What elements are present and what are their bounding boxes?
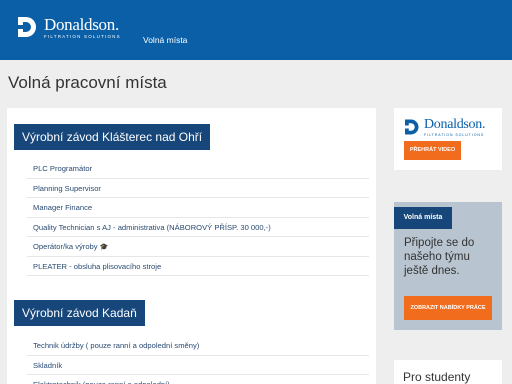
play-video-button[interactable]: PŘEHRÁT VIDEO: [404, 141, 461, 160]
job-link[interactable]: Elektrotechnik (pouze ranní a odpolední): [27, 375, 369, 384]
open-positions-card: Volná místa Připojte se do našeho týmu j…: [394, 202, 502, 330]
logo-tagline: FILTRATION SOLUTIONS: [424, 132, 485, 137]
logo-wordmark: Donaldson. FILTRATION SOLUTIONS: [424, 116, 486, 137]
job-link[interactable]: Technik údržby ( pouze ranní a odpolední…: [27, 336, 369, 356]
students-card[interactable]: Pro studenty: [394, 360, 502, 384]
logo-name: Donaldson.: [44, 14, 119, 34]
open-positions-tag: Volná místa: [394, 207, 452, 229]
job-link[interactable]: Operátor/ka výroby 🎓: [27, 237, 369, 257]
logo-tagline: FILTRATION SOLUTIONS: [44, 33, 121, 39]
logo-wordmark: Donaldson. FILTRATION SOLUTIONS: [44, 16, 121, 39]
join-team-text: Připojte se do našeho týmu ještě dnes.: [404, 237, 475, 277]
donaldson-logo[interactable]: Donaldson. FILTRATION SOLUTIONS: [14, 14, 121, 40]
job-link[interactable]: Manager Finance: [27, 198, 369, 218]
job-link[interactable]: PLC Programátor: [27, 159, 369, 179]
job-link[interactable]: Skladník: [27, 356, 369, 375]
section-heading-klasterec: Výrobní závod Klášterec nad Ohří: [14, 124, 211, 150]
donaldson-logo-icon: [402, 117, 420, 137]
donaldson-logo-icon: [14, 14, 38, 40]
nav-volna-mista[interactable]: Volná místa: [143, 35, 187, 45]
top-header: Donaldson. FILTRATION SOLUTIONS Volná mí…: [0, 0, 512, 60]
page-title: Volná pracovní místa: [8, 73, 167, 92]
job-link[interactable]: Planning Supervisor: [27, 179, 369, 198]
section-heading-kadan: Výrobní závod Kadaň: [14, 300, 145, 326]
video-card-logo: Donaldson. FILTRATION SOLUTIONS: [402, 117, 485, 137]
students-card-title: Pro studenty: [403, 370, 471, 384]
video-card: Donaldson. FILTRATION SOLUTIONS PŘEHRÁT …: [394, 108, 502, 170]
job-title: Operátor/ka výroby: [33, 242, 98, 251]
show-job-offers-button[interactable]: ZOBRAZIT NABÍDKY PRÁCE: [404, 296, 492, 320]
job-listings-card: Výrobní závod Klášterec nad Ohří PLC Pro…: [7, 108, 376, 384]
graduation-cap-icon: 🎓: [99, 244, 109, 251]
job-link[interactable]: Quality Technician s AJ - administrativa…: [27, 218, 369, 237]
job-link[interactable]: PLEATER - obsluha plisovacího stroje: [27, 257, 369, 276]
logo-name: Donaldson.: [424, 116, 486, 132]
